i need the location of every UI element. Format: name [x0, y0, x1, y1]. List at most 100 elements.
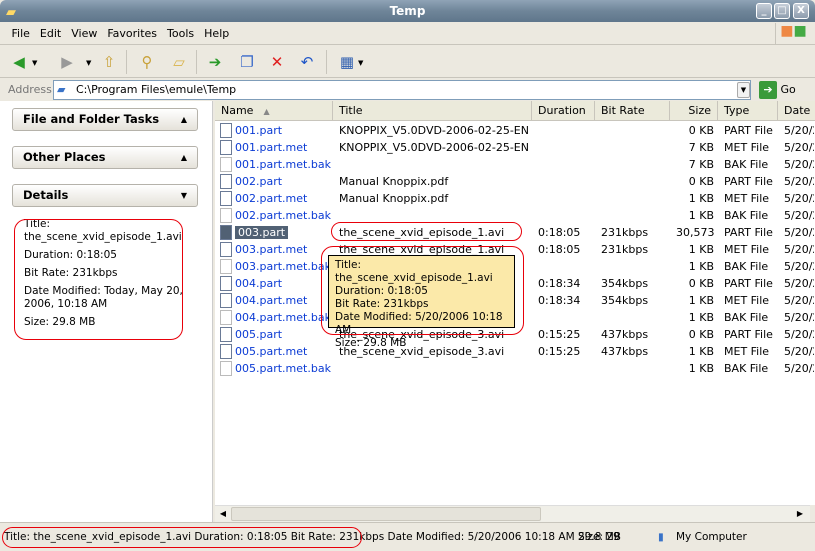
file-row[interactable]: 005.part.met.bak 1 KB BAK File 5/20/2 [215, 360, 815, 377]
file-list[interactable]: Name ▲ Title Duration Bit Rate Size Type Date 0… [215, 101, 815, 505]
collapse-icon[interactable]: ▲ [181, 109, 187, 130]
file-title: Manual Knoppix.pdf [339, 192, 449, 205]
go-button[interactable]: ➔ Go [759, 81, 809, 99]
forward-button[interactable]: ▶ [56, 51, 78, 73]
file-date: 5/20/2 [784, 294, 814, 307]
move-to-button[interactable]: ➔ [204, 51, 226, 73]
file-type: BAK File [724, 209, 769, 222]
scroll-right-icon[interactable]: ▶ [793, 507, 807, 521]
panel-title: File and Folder Tasks [23, 112, 160, 126]
back-dropdown-icon[interactable]: ▼ [32, 59, 37, 67]
file-type: MET File [724, 243, 770, 256]
file-size: 0 KB [688, 328, 714, 341]
file-row[interactable]: 004.part.met.bak 1 KB BAK File 5/20/2 [215, 309, 815, 326]
file-folder-tasks-panel[interactable]: File and Folder Tasks ▲ [12, 108, 198, 131]
address-input[interactable]: ▰ C:\Program Files\emule\Temp [53, 80, 751, 100]
back-button[interactable]: ◀ [8, 51, 30, 73]
column-header-size[interactable]: Size [670, 101, 718, 121]
copy-to-button[interactable]: ❐ [236, 51, 258, 73]
file-row[interactable]: 005.part the_scene_xvid_episode_3.avi 0:15… [215, 326, 815, 343]
file-name: 001.part.met [235, 141, 308, 154]
file-bitrate: 231kbps [601, 243, 649, 256]
file-bitrate: 231kbps [601, 226, 649, 239]
file-row[interactable]: 001.part KNOPPIX_V5.0DVD-2006-02-25-EN.is… [215, 122, 815, 139]
detail-title: Title: the_scene_xvid_episode_1.avi [24, 218, 182, 243]
file-type: PART File [724, 328, 773, 341]
file-row[interactable]: 002.part.met Manual Knoppix.pdf 1 KB MET Fi… [215, 190, 815, 207]
file-name: 004.part [235, 277, 283, 290]
address-label: Address [8, 83, 52, 96]
address-bar: Address ▰ C:\Program Files\emule\Temp ▼ … [0, 79, 815, 101]
column-label: Duration [538, 104, 586, 117]
file-date: 5/20/2 [784, 277, 814, 290]
sort-ascending-icon[interactable]: ▲ [263, 107, 269, 116]
toolbar-separator [126, 50, 127, 74]
search-button[interactable]: ⚲ [136, 51, 158, 73]
bak-file-icon [220, 208, 232, 223]
up-folder-button[interactable]: ⇧ [98, 51, 120, 73]
scrollbar-thumb[interactable] [231, 507, 541, 521]
collapse-icon[interactable]: ▲ [181, 147, 187, 168]
other-places-panel[interactable]: Other Places ▲ [12, 146, 198, 169]
folders-button[interactable]: ▱ [168, 51, 190, 73]
file-row[interactable]: 003.part.met.bak 1 KB BAK File 5/20/2 [215, 258, 815, 275]
file-size: 1 KB [688, 294, 714, 307]
column-header-duration[interactable]: Duration [532, 101, 595, 121]
minimize-button[interactable]: _ [756, 3, 772, 19]
column-header-date[interactable]: Date [778, 101, 815, 121]
details-panel[interactable]: Details ▼ [12, 184, 198, 207]
column-header-title[interactable]: Title [333, 101, 532, 121]
file-type: PART File [724, 175, 773, 188]
file-row[interactable]: 002.part Manual Knoppix.pdf 0 KB PART File 5… [215, 173, 815, 190]
menu-favorites[interactable]: Favorites [102, 22, 162, 45]
status-bar: Title: the_scene_xvid_episode_1.avi Dura… [0, 522, 815, 550]
file-row[interactable]: 003.part the_scene_xvid_episode_1.avi 0:18… [215, 224, 815, 241]
address-dropdown-button[interactable]: ▼ [737, 82, 750, 98]
delete-button[interactable]: ✕ [266, 51, 288, 73]
column-label: Date [784, 104, 811, 117]
file-size: 1 KB [688, 260, 714, 273]
panel-title: Other Places [23, 150, 106, 164]
scroll-left-icon[interactable]: ◀ [217, 507, 229, 521]
forward-dropdown-icon[interactable]: ▼ [86, 59, 91, 67]
met-file-icon [220, 140, 232, 155]
file-name: 003.part.met [235, 243, 308, 256]
views-dropdown-icon[interactable]: ▼ [358, 59, 363, 67]
met-file-icon [220, 293, 232, 308]
file-duration: 0:18:34 [538, 277, 581, 290]
column-header-name[interactable]: Name ▲ [215, 101, 333, 121]
met-file-icon [220, 191, 232, 206]
horizontal-scrollbar[interactable]: ◀ ▶ [215, 505, 810, 522]
undo-button[interactable]: ↶ [296, 51, 318, 73]
file-name: 001.part.met.bak [235, 158, 331, 171]
tooltip-size: Size: 29.8 MB [335, 337, 407, 349]
views-button[interactable]: ▦ [336, 51, 358, 73]
menu-help[interactable]: Help [199, 22, 234, 45]
menu-edit[interactable]: Edit [35, 22, 66, 45]
file-row[interactable]: 004.part.met 0:18:34 354kbps 1 KB MET File 5/… [215, 292, 815, 309]
folder-icon: ▰ [6, 5, 16, 20]
menu-tools[interactable]: Tools [162, 22, 199, 45]
menu-file[interactable]: File [7, 22, 35, 45]
column-label: Name [221, 104, 254, 117]
file-row[interactable]: 002.part.met.bak 1 KB BAK File 5/20/2 [215, 207, 815, 224]
column-header-bit-rate[interactable]: Bit Rate [595, 101, 670, 121]
file-row[interactable]: 004.part 0:18:34 354kbps 0 KB PART File 5/20/… [215, 275, 815, 292]
file-title: KNOPPIX_V5.0DVD-2006-02-25-EN.iso [339, 141, 528, 154]
expand-icon[interactable]: ▼ [181, 185, 187, 206]
file-name: 004.part.met [235, 294, 308, 307]
file-row[interactable]: 001.part.met KNOPPIX_V5.0DVD-2006-02-25-E… [215, 139, 815, 156]
file-row[interactable]: 003.part.met the_scene_xvid_episode_1.avi… [215, 241, 815, 258]
my-computer-icon: ▮ [658, 531, 664, 543]
file-size: 0 KB [688, 277, 714, 290]
file-row[interactable]: 005.part.met the_scene_xvid_episode_3.avi… [215, 343, 815, 360]
column-header-type[interactable]: Type [718, 101, 778, 121]
maximize-button[interactable]: □ [774, 3, 790, 19]
file-row[interactable]: 001.part.met.bak 7 KB BAK File 5/20/2 [215, 156, 815, 173]
file-size: 7 KB [688, 158, 714, 171]
file-size: 1 KB [688, 311, 714, 324]
menu-view[interactable]: View [66, 22, 102, 45]
file-type: BAK File [724, 260, 769, 273]
status-text: Title: the_scene_xvid_episode_1.avi Dura… [4, 531, 620, 543]
close-button[interactable]: X [793, 3, 809, 19]
